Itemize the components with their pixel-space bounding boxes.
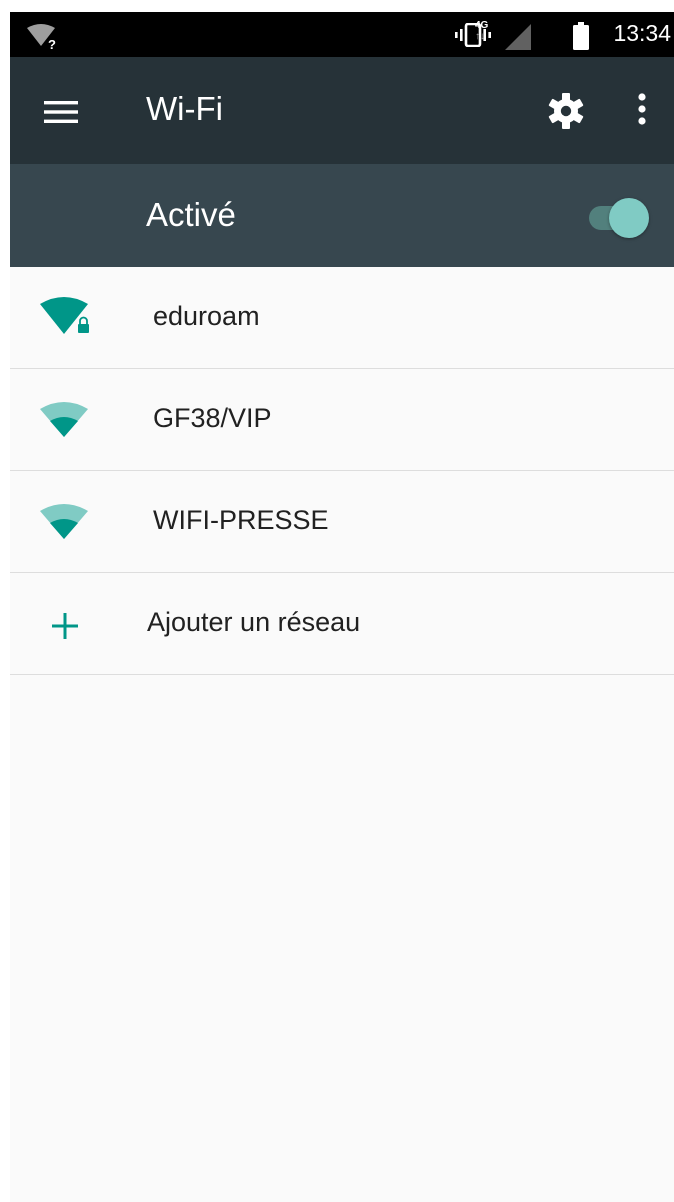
network-activity-arrows: ↑↓ bbox=[475, 31, 485, 42]
wifi-switch-thumb[interactable] bbox=[609, 198, 649, 238]
page-title: Wi-Fi bbox=[146, 90, 223, 127]
mobile-signal-icon bbox=[505, 24, 531, 50]
settings-gear-icon[interactable] bbox=[546, 91, 586, 131]
wifi-icon bbox=[40, 504, 88, 539]
wifi-unknown-mark: ? bbox=[48, 37, 56, 50]
menu-icon[interactable] bbox=[44, 101, 78, 123]
status-bar: ? 4G ↑↓ 13:34 bbox=[10, 12, 674, 57]
add-network-label: Ajouter un réseau bbox=[147, 607, 361, 637]
network-row-wifi-presse[interactable]: WIFI-PRESSE bbox=[10, 471, 674, 573]
wifi-settings-screen: ? 4G ↑↓ 13:34 Wi-Fi Activé eduroam GF38/… bbox=[10, 12, 674, 1202]
network-ssid: WIFI-PRESSE bbox=[153, 505, 329, 535]
plus-icon bbox=[52, 613, 78, 639]
network-row-eduroam[interactable]: eduroam bbox=[10, 267, 674, 369]
app-bar: Wi-Fi bbox=[10, 57, 674, 164]
network-type-indicator: 4G ↑↓ bbox=[475, 20, 488, 42]
wifi-lock-icon bbox=[40, 297, 89, 334]
more-vert-icon[interactable] bbox=[636, 93, 648, 129]
network-list: eduroam GF38/VIP WIFI-PRESSE Ajouter un … bbox=[10, 267, 674, 675]
status-time: 13:34 bbox=[613, 20, 671, 46]
network-ssid: eduroam bbox=[153, 301, 260, 331]
network-ssid: GF38/VIP bbox=[153, 403, 272, 433]
network-row-gf38-vip[interactable]: GF38/VIP bbox=[10, 369, 674, 471]
battery-icon bbox=[573, 22, 589, 50]
wifi-toggle-label: Activé bbox=[146, 196, 236, 233]
wifi-master-toggle-row[interactable]: Activé bbox=[10, 164, 674, 267]
network-type-label: 4G bbox=[475, 20, 489, 31]
wifi-unknown-icon: ? bbox=[27, 24, 56, 50]
add-network-row[interactable]: Ajouter un réseau bbox=[10, 573, 674, 675]
wifi-icon bbox=[40, 402, 88, 437]
